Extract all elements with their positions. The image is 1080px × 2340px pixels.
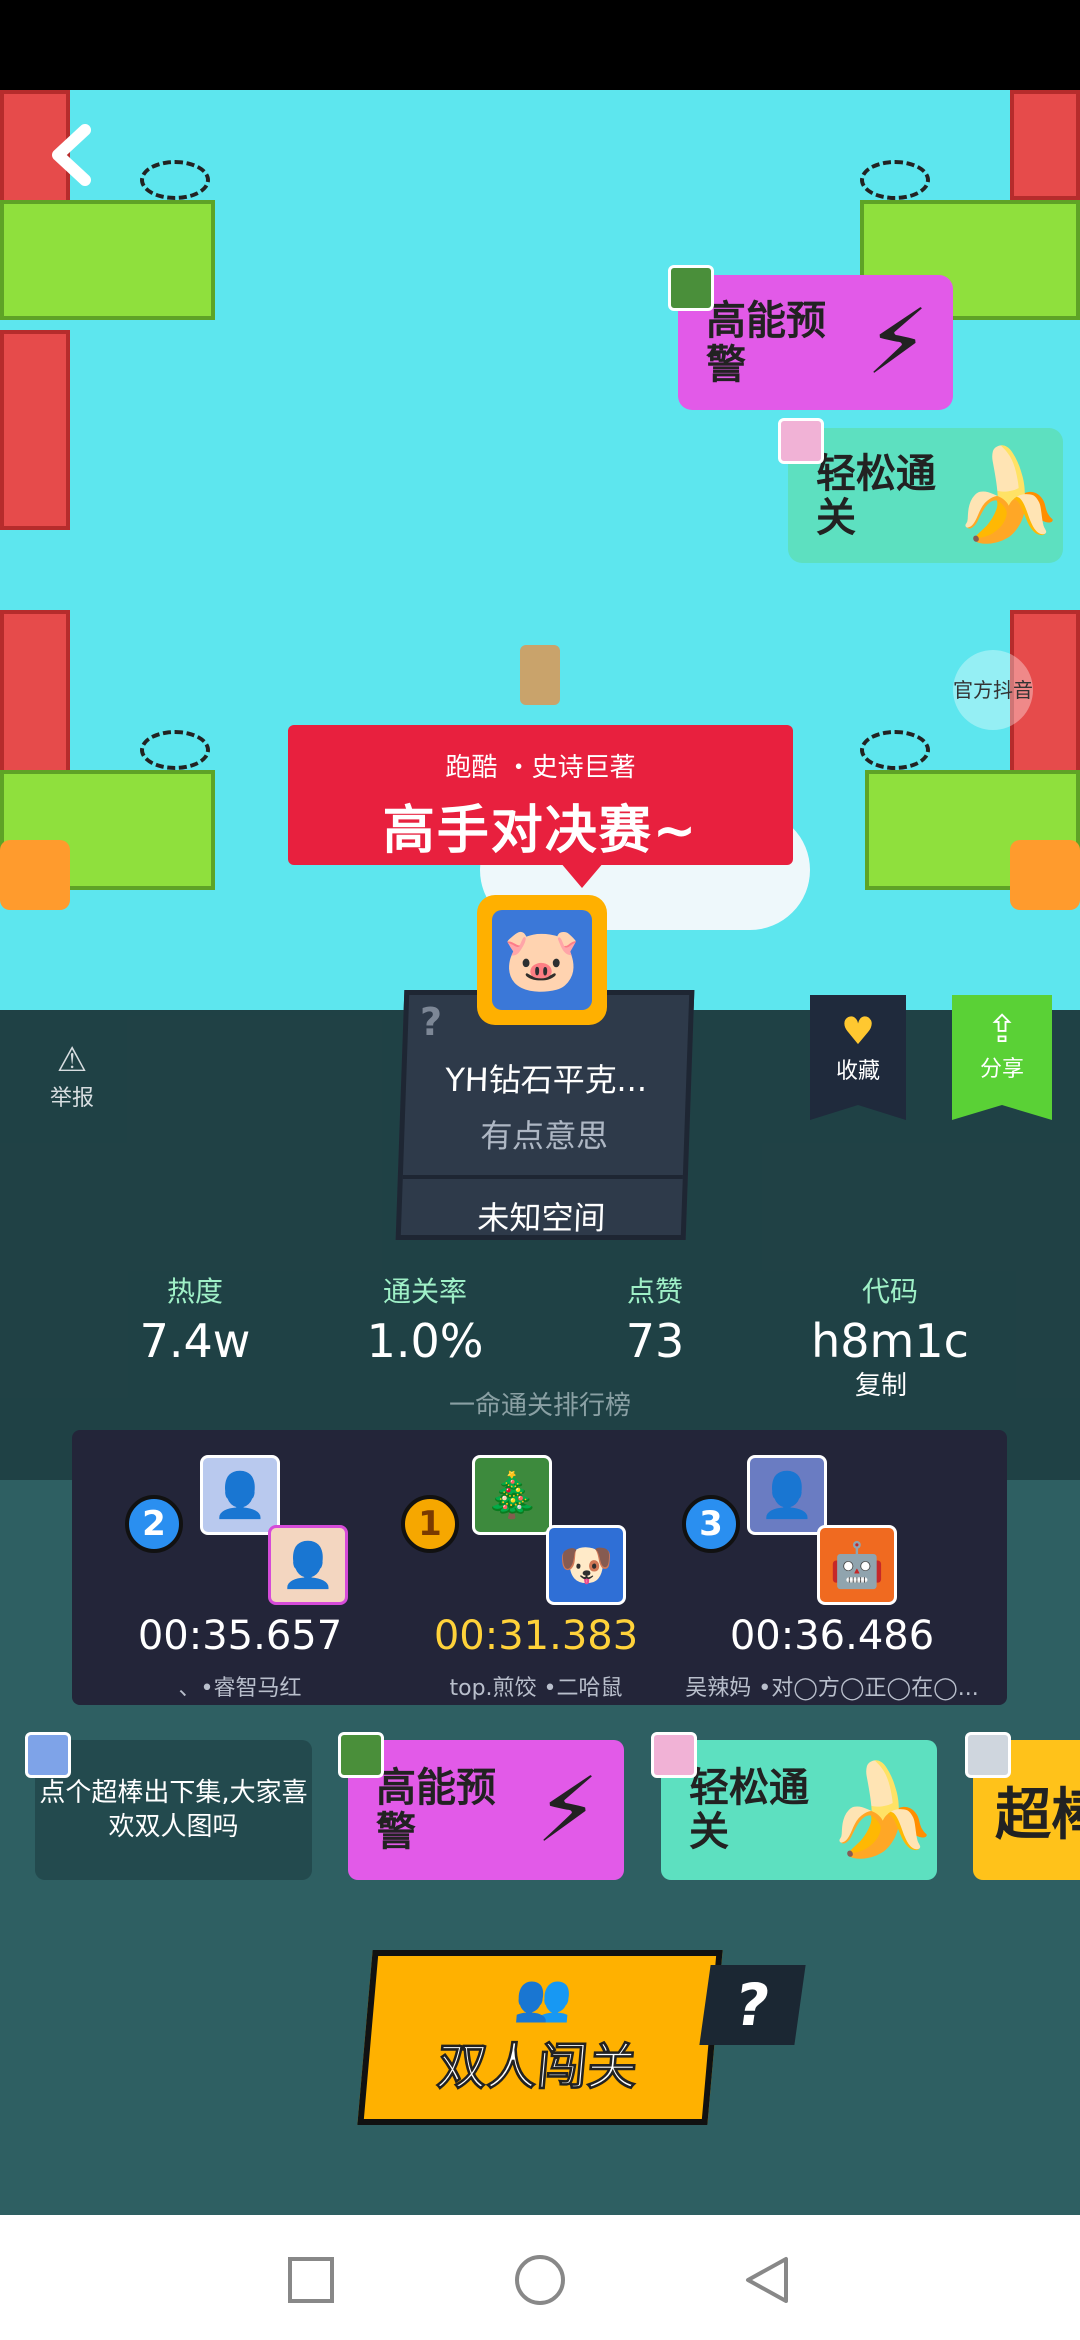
- rank-time: 00:31.383: [433, 1613, 639, 1659]
- back-button[interactable]: [40, 120, 110, 190]
- rank-players: top.煎饺 •二哈鼠: [449, 1676, 623, 1701]
- green-pipe: [0, 200, 215, 320]
- avatar: 👤: [747, 1455, 827, 1535]
- recents-icon[interactable]: [286, 2255, 336, 2305]
- rank-players: 吴辣妈 •对◯方◯正◯在◯...: [685, 1676, 979, 1701]
- spike-trap: [140, 160, 210, 200]
- avatar: [338, 1732, 384, 1778]
- avatar: [651, 1732, 697, 1778]
- stat-clear-rate: 通关率 1.0%: [355, 1270, 495, 1368]
- red-block: [1010, 90, 1080, 200]
- avatar: 👤: [268, 1525, 348, 1605]
- pumpkin-block: [0, 840, 70, 910]
- tag-label: 高能预警: [376, 1765, 496, 1855]
- chevron-left-icon: [52, 124, 91, 186]
- avatar: 🎄: [472, 1455, 552, 1535]
- creator-avatar[interactable]: 🐷: [477, 895, 607, 1025]
- ranking-title: 一命通关排行榜: [448, 1391, 631, 1421]
- tag-label: 超棒: [995, 1782, 1080, 1848]
- tag-label: 高能预警: [706, 297, 826, 388]
- comment-bubble[interactable]: 点个超棒出下集,大家喜欢双人图吗: [35, 1740, 312, 1880]
- stat-code[interactable]: 代码 h8m1c: [800, 1270, 980, 1368]
- stat-label: 点赞: [626, 1275, 683, 1308]
- divider: [402, 1175, 683, 1179]
- stat-likes: 点赞 73: [590, 1270, 720, 1368]
- avatar: [965, 1732, 1011, 1778]
- status-bar: [0, 0, 1080, 90]
- unknown-badge: ?: [420, 1000, 443, 1044]
- red-block: [0, 330, 70, 530]
- ranking-entry[interactable]: 1 🎄 🐶 00:31.383 top.煎饺 •二哈鼠: [386, 1455, 686, 1701]
- lightning-icon: ⚡: [536, 1757, 600, 1863]
- duo-label: 双人闯关: [434, 2038, 640, 2097]
- share-icon: ⇪: [986, 1007, 1018, 1051]
- tag-easy-clear[interactable]: 轻松通关 🍌: [661, 1740, 937, 1880]
- avatar: [25, 1732, 71, 1778]
- rank-time: 00:35.657: [137, 1613, 343, 1659]
- share-button[interactable]: ⇪ 分享: [952, 995, 1052, 1120]
- banner-title: 高手对决赛~: [382, 801, 699, 861]
- banner-subtitle: 跑酷 ・史诗巨著: [445, 753, 636, 783]
- stat-value: 7.4w: [139, 1314, 251, 1368]
- avatar: 🐶: [546, 1525, 626, 1605]
- tag-label: 轻松通关: [816, 450, 936, 541]
- rank-time: 00:36.486: [729, 1613, 935, 1659]
- report-button[interactable]: ⚠ 举报: [50, 1040, 94, 1112]
- rank-badge: 1: [401, 1495, 459, 1553]
- tag-label: 轻松通关: [689, 1765, 809, 1855]
- stat-label: 通关率: [382, 1275, 467, 1308]
- spike-trap: [860, 730, 930, 770]
- rank-badge: 2: [125, 1495, 183, 1553]
- lightning-icon: ⚡: [866, 290, 930, 395]
- avatar: [778, 418, 824, 464]
- level-description: 有点意思: [479, 1117, 609, 1155]
- official-douyin-button[interactable]: 官方抖音: [953, 650, 1033, 730]
- stat-label: 热度: [166, 1275, 223, 1308]
- avatar: 👤: [200, 1455, 280, 1535]
- rank-badge: 3: [682, 1495, 740, 1553]
- home-icon[interactable]: [513, 2253, 567, 2307]
- heart-icon: ♥: [840, 1009, 876, 1053]
- tag-high-energy[interactable]: 高能预警 ⚡: [348, 1740, 624, 1880]
- rank-players: 、•睿智马红: [178, 1676, 302, 1701]
- avatar: 🤖: [817, 1525, 897, 1605]
- tag-high-energy[interactable]: 高能预警 ⚡: [678, 275, 953, 410]
- spike-trap: [140, 730, 210, 770]
- stat-heat: 热度 7.4w: [125, 1270, 265, 1368]
- duo-challenge-button[interactable]: 👥 双人闯关: [357, 1950, 723, 2125]
- two-players-icon: 👥: [512, 1970, 575, 2024]
- level-name: YH钻石平克...: [444, 1061, 648, 1099]
- warning-icon: ⚠: [56, 1040, 88, 1080]
- avatar: [668, 265, 714, 311]
- level-banner: 跑酷 ・史诗巨著 高手对决赛~: [288, 725, 793, 865]
- level-space: 未知空间: [476, 1199, 607, 1237]
- help-button[interactable]: ?: [699, 1965, 806, 2045]
- back-nav-icon[interactable]: [742, 2255, 792, 2305]
- banana-icon: 🍌: [824, 1757, 937, 1863]
- spike-trap: [860, 160, 930, 200]
- pumpkin-block: [1010, 840, 1080, 910]
- pig-avatar-icon: 🐷: [492, 910, 592, 1010]
- tag-easy-clear[interactable]: 轻松通关 🍌: [788, 428, 1063, 563]
- stat-value: 73: [625, 1314, 685, 1368]
- banner-pointer: [560, 862, 604, 888]
- favorite-button[interactable]: ♥ 收藏: [810, 995, 906, 1120]
- ranking-entry[interactable]: 2 👤 👤 00:35.657 、•睿智马红: [90, 1455, 390, 1701]
- report-label: 举报: [50, 1086, 95, 1111]
- totem: [520, 645, 560, 705]
- banana-icon: 🍌: [950, 443, 1063, 548]
- stat-value: 1.0%: [366, 1314, 484, 1368]
- favorite-label: 收藏: [835, 1059, 880, 1084]
- red-block: [0, 610, 70, 790]
- level-code: h8m1c: [811, 1314, 969, 1368]
- ranking-entry[interactable]: 3 👤 🤖 00:36.486 吴辣妈 •对◯方◯正◯在◯...: [682, 1455, 982, 1701]
- share-label: 分享: [979, 1057, 1024, 1082]
- stat-label: 代码: [861, 1275, 918, 1308]
